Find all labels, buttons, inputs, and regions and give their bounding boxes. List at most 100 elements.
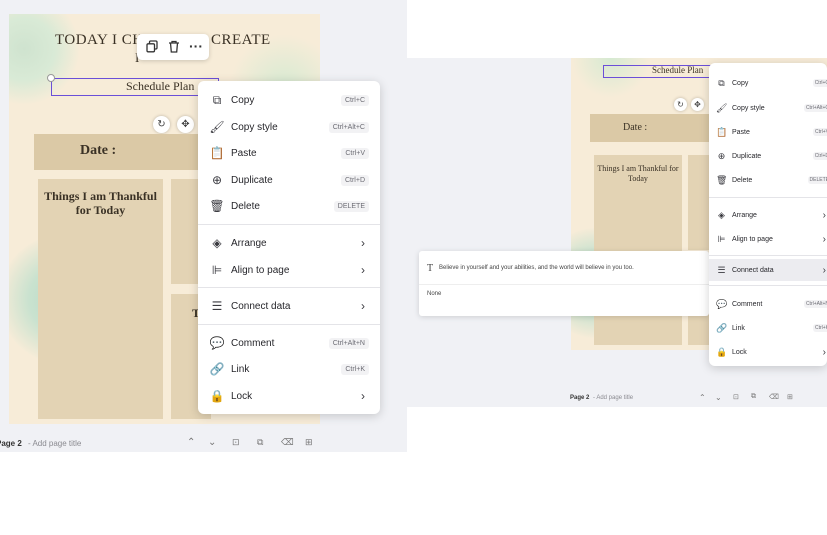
menu-divider [198,287,380,288]
menu-item-label: Connect data [231,300,291,312]
chevron-right-icon: › [822,233,826,245]
menu-item-label: Delete [231,200,260,212]
add-page-icon[interactable]: ⊞ [787,393,793,401]
page-footer: Page 2 - Add page title ⌃ ⌄ ⊡ ⧉ ⌫ ⊞ [0,436,407,452]
menu-item-copy[interactable]: ⧉ Copy Ctrl+C [716,76,827,90]
menu-item-align-to-page[interactable]: ⊫ Align to page › [716,232,827,246]
date-box[interactable]: Date : [34,134,204,170]
shortcut-badge: Ctrl+K [341,363,369,375]
chevron-up-icon[interactable]: ⌃ [699,393,706,402]
menu-item-copy-style[interactable]: 🖌 Copy style Ctrl+Alt+C [716,101,827,115]
copy-icon: ⧉ [212,92,222,107]
chevron-right-icon: › [361,236,365,250]
menu-item-delete[interactable]: 🗑 Delete DELETE [209,197,369,215]
date-box[interactable]: Date : [590,114,710,142]
left-editor-canvas: TODAY I CH CREATE I ··· Schedule Plan ↻ … [0,0,407,452]
trash-icon[interactable]: ⌫ [769,393,779,401]
element-toolbar: ··· [137,34,209,60]
menu-item-align-to-page[interactable]: ⊫ Align to page › [209,261,369,279]
chevron-down-icon[interactable]: ⌄ [715,393,722,402]
menu-item-comment[interactable]: 💬 Comment Ctrl+Alt+N [716,297,827,311]
trash-icon[interactable] [168,40,180,53]
shortcut-badge: Ctrl+Alt+C [803,104,827,112]
lock-icon: 🔒 [209,389,225,403]
lock-icon[interactable]: ⊡ [733,393,739,401]
menu-item-paste[interactable]: 📋 Paste Ctrl+V [209,144,369,162]
selection-handle[interactable] [47,74,55,82]
page-heading[interactable]: TODAY I CH [55,32,144,49]
menu-item-label: Comment [732,300,763,308]
menu-item-label: Arrange [732,211,757,219]
duplicate-page-icon[interactable]: ⧉ [257,437,263,448]
shortcut-badge: Ctrl+V [341,147,369,159]
none-option[interactable]: None [427,291,441,297]
menu-item-connect-data[interactable]: ☰ Connect data › [716,263,827,277]
duplicate-icon[interactable] [146,40,158,53]
menu-item-arrange[interactable]: ◈ Arrange › [716,208,827,222]
menu-item-label: Arrange [231,237,267,249]
selected-text-box[interactable]: Schedule Plan [47,74,219,96]
menu-item-link[interactable]: 🔗 Link Ctrl+K [209,360,369,378]
menu-item-duplicate[interactable]: ⊕ Duplicate Ctrl+D [209,171,369,189]
rotate-icon[interactable]: ↻ [674,98,687,111]
menu-item-label: Connect data [732,266,774,274]
trash-icon[interactable]: ⌫ [281,437,294,448]
lock-icon: 🔒 [716,346,728,357]
menu-item-delete[interactable]: 🗑 Delete DELETE [716,173,827,187]
menu-divider [709,197,827,198]
database-icon: ☰ [211,299,223,313]
menu-item-duplicate[interactable]: ⊕ Duplicate Ctrl+D [716,149,827,163]
menu-item-label: Link [231,363,250,375]
menu-item-label: Paste [231,147,257,159]
thankful-box[interactable]: Things I am Thankful for Today [594,155,682,345]
thankful-label: Things I am Thankful for Today [44,189,157,217]
context-menu: ⧉ Copy Ctrl+C 🖌 Copy style Ctrl+Alt+C 📋 … [198,81,380,414]
panel-divider [419,284,709,285]
page-number: Page 2 [570,395,590,401]
menu-item-comment[interactable]: 💬 Comment Ctrl+Alt+N [209,334,369,352]
right-editor-canvas: Schedule Plan ↻ ✥ Date : Things I am Tha… [407,58,827,407]
menu-item-arrange[interactable]: ◈ Arrange › [209,234,369,252]
heading-text: TODAY I CH [55,32,144,48]
menu-item-label: Comment [231,337,275,349]
add-page-title-link[interactable]: - Add page title [593,395,633,401]
add-page-title-link[interactable]: - Add page title [28,439,81,448]
comment-icon: 💬 [209,336,225,350]
date-label: Date : [623,122,648,133]
duplicate-page-icon[interactable]: ⧉ [751,393,756,401]
thankful-box[interactable]: Things I am Thankful for Today [38,179,163,419]
more-icon[interactable]: ··· [189,38,203,54]
shortcut-badge: Ctrl+V [812,128,827,136]
rotate-icon[interactable]: ↻ [153,116,170,133]
add-page-icon[interactable]: ⊞ [305,437,313,448]
align-left-icon: ⊫ [211,263,223,277]
burst-decoration [571,58,651,98]
selected-text-box[interactable]: Schedule Plan [603,65,723,78]
clipboard-icon: 📋 [209,146,225,160]
menu-item-label: Duplicate [732,152,762,160]
lock-icon[interactable]: ⊡ [232,437,240,448]
chevron-right-icon: › [361,299,365,313]
menu-item-copy-style[interactable]: 🖌 Copy style Ctrl+Alt+C [209,118,369,136]
move-icon[interactable]: ✥ [177,116,194,133]
page-heading-end[interactable]: CREATE [211,32,271,49]
page-number: Page 2 [0,439,22,448]
menu-item-paste[interactable]: 📋 Paste Ctrl+V [716,125,827,139]
text-field-value[interactable]: Believe in yourself and your abilities, … [439,265,634,271]
menu-item-lock[interactable]: 🔒 Lock › [716,345,827,359]
link-icon: 🔗 [716,322,728,333]
chevron-right-icon: › [822,209,826,221]
database-icon: ☰ [717,264,726,275]
menu-item-copy[interactable]: ⧉ Copy Ctrl+C [209,91,369,109]
move-icon[interactable]: ✥ [691,98,704,111]
menu-item-connect-data[interactable]: ☰ Connect data › [209,297,369,315]
shortcut-badge: Ctrl+C [340,94,369,106]
shortcut-badge: Ctrl+Alt+N [328,337,369,349]
menu-item-label: Copy style [231,121,278,133]
chevron-down-icon[interactable]: ⌄ [208,437,216,448]
menu-item-label: Copy style [732,104,765,112]
chevron-up-icon[interactable]: ⌃ [187,437,195,448]
thankful-label: Things I am Thankful for Today [597,164,679,183]
menu-item-lock[interactable]: 🔒 Lock › [209,387,369,405]
menu-item-link[interactable]: 🔗 Link Ctrl+K [716,321,827,335]
